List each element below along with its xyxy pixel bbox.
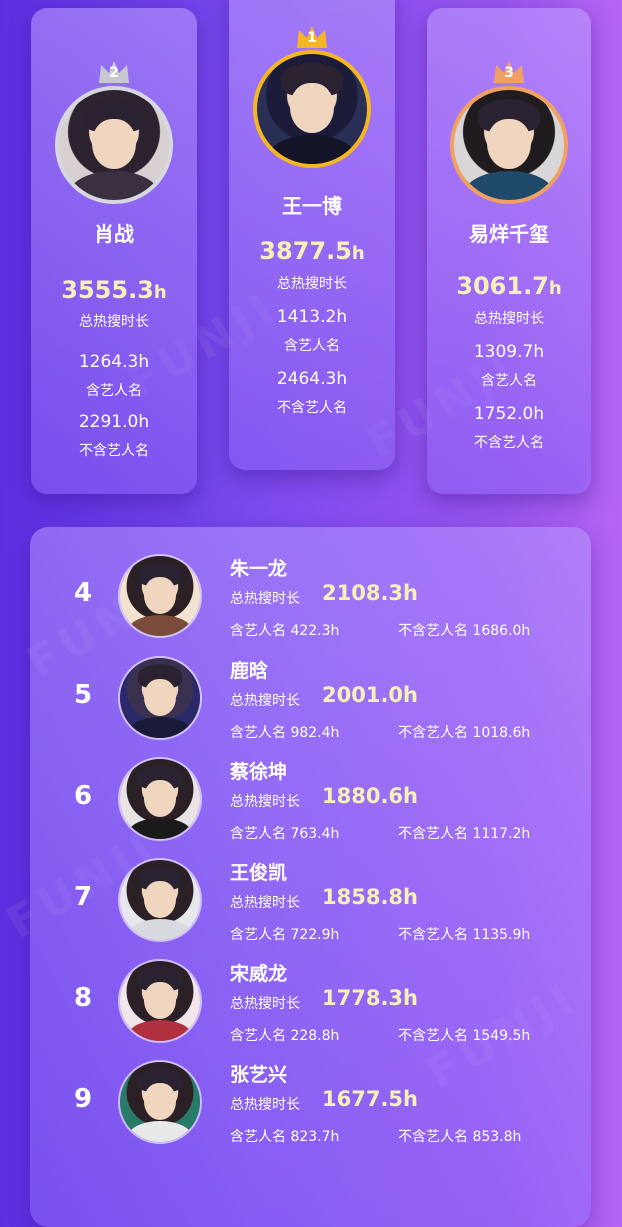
artist-name: 王一博	[282, 194, 342, 218]
list-item[interactable]: 6 蔡徐坤 总热搜时长 1880.6h 含艺人名 763.4h 不含艺人名 11…	[30, 757, 591, 857]
artist-name: 易烊千玺	[469, 222, 549, 246]
crown-icon: 3	[492, 59, 526, 85]
total-hot-search-hours: 1880.6h	[322, 784, 418, 808]
avatar	[118, 656, 202, 740]
crown-rank-number: 1	[307, 30, 317, 46]
with-name-hours: 含艺人名 982.4h	[230, 725, 340, 741]
podium-card-rank-3[interactable]: 3 易烊千玺 3061.7h 总热搜时长 1309.7h 含艺人名 1752.0…	[427, 8, 591, 494]
rank-number: 7	[73, 882, 93, 912]
crown-icon: 1	[295, 24, 329, 50]
total-hot-search-label: 总热搜时长	[230, 996, 300, 1012]
without-name-hours: 不含艺人名 853.8h	[398, 1129, 522, 1145]
with-name-hours: 含艺人名 763.4h	[230, 826, 340, 842]
crown-rank-number: 2	[109, 65, 119, 81]
with-name-label: 含艺人名	[481, 373, 537, 389]
artist-name: 蔡徐坤	[230, 761, 288, 783]
podium-card-rank-1[interactable]: 1 王一博 3877.5h 总热搜时长 1413.2h 含艺人名 2464.3h…	[229, 0, 395, 470]
avatar	[118, 959, 202, 1043]
list-item[interactable]: 5 鹿晗 总热搜时长 2001.0h 含艺人名 982.4h 不含艺人名 101…	[30, 656, 591, 756]
without-name-hours: 1752.0h	[473, 404, 545, 424]
total-hot-search-hours: 3061.7h	[456, 272, 562, 300]
artist-name: 鹿晗	[230, 660, 269, 682]
without-name-hours: 不含艺人名 1135.9h	[398, 927, 531, 943]
podium-card-rank-2[interactable]: 2 肖战 3555.3h 总热搜时长 1264.3h 含艺人名 2291.0h …	[31, 8, 197, 494]
avatar	[55, 86, 173, 204]
list-item[interactable]: 7 王俊凯 总热搜时长 1858.8h 含艺人名 722.9h 不含艺人名 11…	[30, 858, 591, 958]
total-hot-search-hours: 2108.3h	[322, 581, 418, 605]
avatar	[253, 50, 371, 168]
with-name-hours: 含艺人名 722.9h	[230, 927, 340, 943]
crown-rank-number: 3	[504, 65, 514, 81]
avatar	[118, 554, 202, 638]
crown-icon: 2	[97, 59, 131, 85]
with-name-label: 含艺人名	[86, 383, 142, 399]
total-hot-search-hours: 1778.3h	[322, 986, 418, 1010]
with-name-label: 含艺人名	[284, 338, 340, 354]
with-name-hours: 含艺人名 422.3h	[230, 623, 340, 639]
rank-number: 8	[73, 983, 93, 1013]
rank-number: 9	[73, 1084, 93, 1114]
total-hot-search-label: 总热搜时长	[230, 895, 300, 911]
total-hot-search-label: 总热搜时长	[230, 693, 300, 709]
avatar	[118, 1060, 202, 1144]
without-name-hours: 不含艺人名 1018.6h	[398, 725, 531, 741]
with-name-hours: 1309.7h	[473, 342, 545, 362]
artist-name: 朱一龙	[230, 558, 288, 580]
without-name-hours: 不含艺人名 1117.2h	[398, 826, 531, 842]
without-name-hours: 不含艺人名 1549.5h	[398, 1028, 531, 1044]
rank-number: 6	[73, 781, 93, 811]
total-hot-search-hours: 2001.0h	[322, 683, 418, 707]
list-item[interactable]: 9 张艺兴 总热搜时长 1677.5h 含艺人名 823.7h 不含艺人名 85…	[30, 1060, 591, 1160]
avatar	[118, 858, 202, 942]
total-hot-search-label: 总热搜时长	[79, 314, 149, 330]
list-item[interactable]: 4 朱一龙 总热搜时长 2108.3h 含艺人名 422.3h 不含艺人名 16…	[30, 554, 591, 654]
total-hot-search-label: 总热搜时长	[230, 794, 300, 810]
total-hot-search-hours: 3555.3h	[61, 276, 167, 304]
avatar	[450, 86, 568, 204]
total-hot-search-label: 总热搜时长	[230, 1097, 300, 1113]
without-name-label: 不含艺人名	[277, 400, 347, 416]
total-hot-search-hours: 3877.5h	[259, 237, 365, 265]
artist-name: 宋威龙	[230, 963, 288, 985]
ranking-list: 4 朱一龙 总热搜时长 2108.3h 含艺人名 422.3h 不含艺人名 16…	[30, 527, 591, 1227]
with-name-hours: 1264.3h	[78, 352, 150, 372]
total-hot-search-label: 总热搜时长	[277, 276, 347, 292]
with-name-hours: 含艺人名 823.7h	[230, 1129, 340, 1145]
rank-number: 4	[73, 578, 93, 608]
total-hot-search-label: 总热搜时长	[474, 311, 544, 327]
without-name-hours: 2291.0h	[78, 412, 150, 432]
artist-name: 肖战	[94, 222, 134, 246]
without-name-hours: 2464.3h	[276, 369, 348, 389]
with-name-hours: 1413.2h	[276, 307, 348, 327]
total-hot-search-hours: 1858.8h	[322, 885, 418, 909]
total-hot-search-label: 总热搜时长	[230, 591, 300, 607]
without-name-label: 不含艺人名	[474, 435, 544, 451]
artist-name: 王俊凯	[230, 862, 288, 884]
avatar	[118, 757, 202, 841]
total-hot-search-hours: 1677.5h	[322, 1087, 418, 1111]
artist-name: 张艺兴	[230, 1064, 288, 1086]
list-item[interactable]: 8 宋威龙 总热搜时长 1778.3h 含艺人名 228.8h 不含艺人名 15…	[30, 959, 591, 1059]
rank-number: 5	[73, 680, 93, 710]
without-name-hours: 不含艺人名 1686.0h	[398, 623, 531, 639]
with-name-hours: 含艺人名 228.8h	[230, 1028, 340, 1044]
without-name-label: 不含艺人名	[79, 443, 149, 459]
